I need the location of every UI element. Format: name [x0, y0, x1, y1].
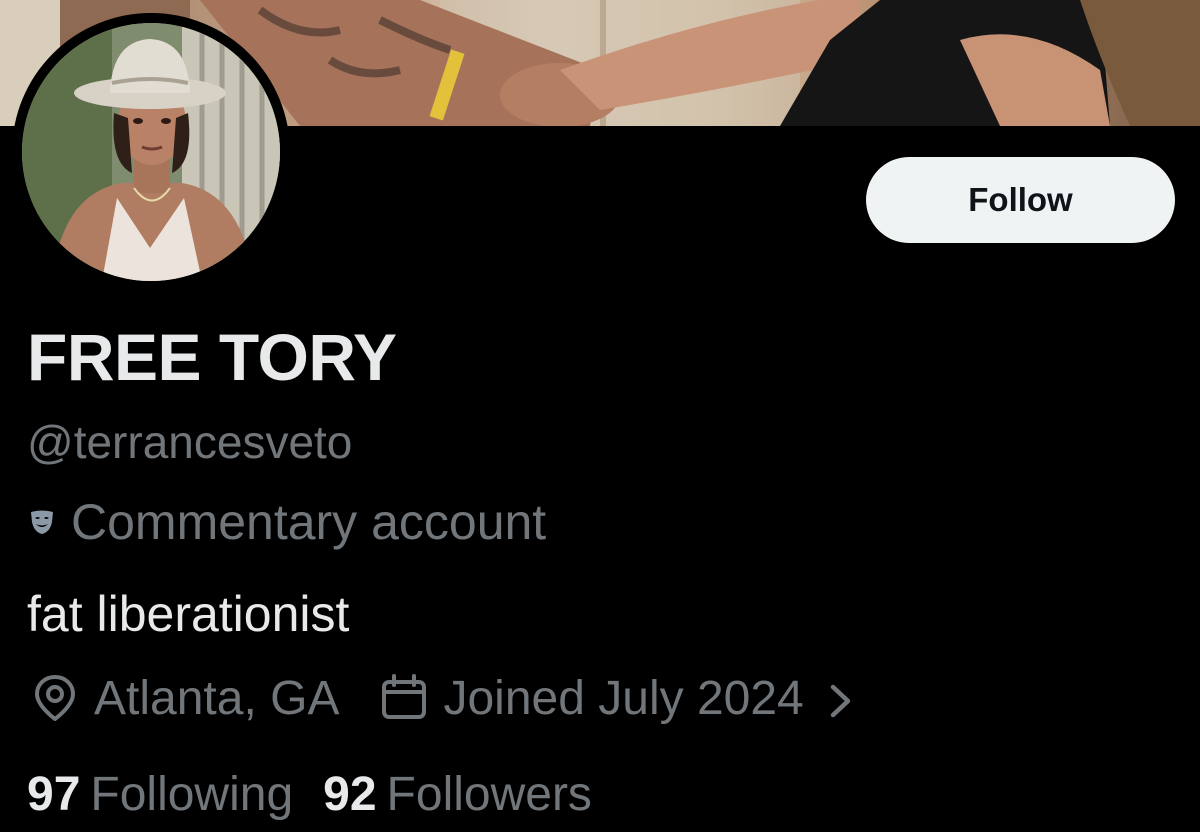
followers-count: 92: [323, 767, 377, 821]
profile-meta-row: Atlanta, GA Joined July 2024: [30, 666, 856, 730]
mask-icon: [29, 509, 55, 535]
following-label: Following: [90, 767, 294, 821]
calendar-icon: [379, 673, 429, 723]
location-text: Atlanta, GA: [94, 671, 340, 725]
profile-stats: 97 Following 92 Followers: [27, 762, 592, 826]
follow-button[interactable]: Follow: [866, 157, 1175, 243]
account-label-text: Commentary account: [71, 494, 547, 550]
chevron-right-icon: [826, 678, 856, 718]
following-link[interactable]: 97 Following: [27, 767, 293, 822]
account-label[interactable]: Commentary account: [27, 492, 546, 552]
profile-bio: fat liberationist: [27, 586, 350, 642]
user-handle: @terrancesveto: [27, 416, 353, 468]
followers-link[interactable]: 92 Followers: [323, 767, 592, 822]
followers-label: Followers: [386, 767, 592, 821]
profile-avatar[interactable]: [12, 13, 290, 291]
joined-date-text: Joined July 2024: [443, 671, 804, 725]
display-name: FREE TORY: [27, 320, 397, 394]
location-pin-icon: [30, 673, 80, 723]
joined-date-link[interactable]: Joined July 2024: [379, 671, 855, 726]
following-count: 97: [27, 767, 81, 821]
